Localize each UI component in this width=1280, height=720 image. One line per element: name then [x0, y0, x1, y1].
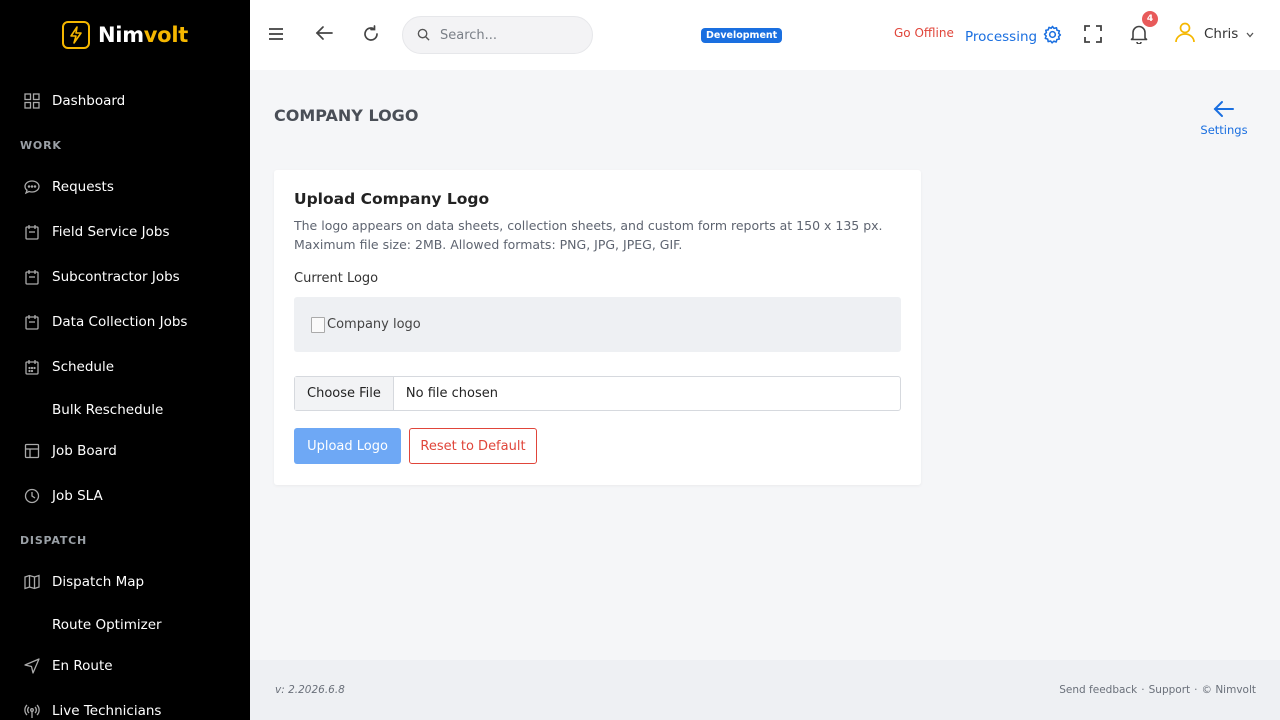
- hamburger-menu-icon[interactable]: [268, 26, 284, 42]
- current-logo-label: Current Logo: [294, 271, 379, 286]
- sidebar-item-live-technicians[interactable]: Live Technicians: [24, 701, 161, 720]
- user-menu[interactable]: Chris: [1174, 21, 1254, 47]
- sidebar-item-dispatch-map[interactable]: Dispatch Map: [24, 572, 144, 592]
- sidebar-item-label: Dashboard: [52, 93, 126, 109]
- fullscreen-icon[interactable]: [1084, 25, 1102, 43]
- topbar: Development Go Offline Processing 4 Chri…: [250, 0, 1280, 70]
- environment-badge: Development: [701, 28, 783, 43]
- bell-icon[interactable]: [1130, 24, 1148, 44]
- sidebar-item-en-route[interactable]: En Route: [24, 656, 113, 676]
- brand[interactable]: Nimvolt: [0, 0, 250, 70]
- sidebar-item-label: Data Collection Jobs: [52, 314, 188, 330]
- sidebar-item-requests[interactable]: Requests: [24, 177, 114, 197]
- choose-file-button[interactable]: Choose File: [295, 377, 394, 410]
- broken-image-icon: [311, 316, 325, 333]
- app-version: v: 2.2026.6.8: [275, 684, 345, 696]
- processing-label: Processing: [965, 28, 1038, 45]
- board-icon: [24, 443, 40, 459]
- sidebar-item-data-collection-jobs[interactable]: Data Collection Jobs: [24, 312, 187, 332]
- user-avatar-icon: [1174, 21, 1196, 47]
- back-arrow-icon: [1213, 100, 1235, 121]
- sidebar-item-job-sla[interactable]: Job SLA: [24, 486, 103, 506]
- sidebar-item-dashboard[interactable]: Dashboard: [24, 91, 125, 111]
- gear-icon: [1043, 25, 1062, 48]
- calendar-icon: [24, 224, 40, 240]
- go-offline-link[interactable]: Go Offline: [894, 26, 954, 40]
- search-input[interactable]: [440, 27, 570, 43]
- sidebar-item-schedule[interactable]: Schedule: [24, 357, 114, 377]
- file-input[interactable]: Choose File No file chosen: [294, 376, 901, 411]
- sidebar-item-label: Live Technicians: [52, 703, 162, 719]
- sidebar-item-label: En Route: [52, 658, 113, 674]
- navigation-arrow-icon: [24, 658, 40, 674]
- sidebar-item-route-optimizer[interactable]: Route Optimizer: [52, 615, 162, 635]
- sidebar-item-subcontractor-jobs[interactable]: Subcontractor Jobs: [24, 267, 180, 287]
- grid-icon: [24, 93, 40, 109]
- sidebar-item-label: Subcontractor Jobs: [52, 269, 180, 285]
- footer-separator: ·: [1141, 684, 1145, 696]
- send-feedback-link[interactable]: Send feedback: [1059, 684, 1137, 696]
- notification-count-badge: 4: [1142, 11, 1158, 27]
- sidebar: Nimvolt Dashboard WORK Requests Field Se…: [0, 0, 250, 720]
- upload-logo-card: Upload Company Logo The logo appears on …: [274, 170, 921, 485]
- copyright-text: © Nimvolt: [1201, 684, 1256, 696]
- back-arrow-icon[interactable]: [315, 25, 333, 41]
- reset-to-default-button[interactable]: Reset to Default: [409, 428, 537, 464]
- sidebar-item-label: Schedule: [52, 359, 115, 375]
- footer-links: Send feedback · Support · © Nimvolt: [1059, 684, 1256, 696]
- chat-bubble-icon: [24, 179, 40, 195]
- support-link[interactable]: Support: [1149, 684, 1191, 696]
- footer-separator: ·: [1194, 684, 1198, 696]
- sidebar-item-label: Field Service Jobs: [52, 224, 170, 240]
- search-box[interactable]: [402, 16, 593, 54]
- sidebar-item-label: Requests: [52, 179, 114, 195]
- sidebar-item-job-board[interactable]: Job Board: [24, 441, 117, 461]
- clock-icon: [24, 488, 40, 504]
- section-heading-dispatch: DISPATCH: [20, 534, 88, 547]
- chevron-down-icon: [1246, 26, 1254, 42]
- sidebar-item-label: Job SLA: [52, 488, 103, 504]
- lightning-bolt-icon: [62, 21, 91, 49]
- page-title: COMPANY LOGO: [274, 106, 419, 125]
- logo-alt-text: Company logo: [327, 317, 421, 332]
- brand-name: Nimvolt: [98, 23, 188, 47]
- calendar-grid-icon: [24, 359, 40, 375]
- search-icon: [417, 26, 430, 45]
- user-name: Chris: [1204, 26, 1239, 42]
- sidebar-item-label: Dispatch Map: [52, 574, 145, 590]
- calendar-icon: [24, 314, 40, 330]
- current-logo-preview: Company logo: [294, 297, 901, 352]
- sidebar-item-bulk-reschedule[interactable]: Bulk Reschedule: [52, 400, 163, 420]
- section-heading-work: WORK: [20, 139, 62, 152]
- card-title: Upload Company Logo: [294, 190, 490, 208]
- sidebar-item-field-service-jobs[interactable]: Field Service Jobs: [24, 222, 169, 242]
- map-icon: [24, 574, 40, 590]
- sidebar-item-label: Route Optimizer: [52, 617, 162, 633]
- broadcast-icon: [24, 703, 40, 719]
- upload-logo-button[interactable]: Upload Logo: [294, 428, 401, 464]
- processing-status[interactable]: Processing: [965, 25, 1062, 48]
- sidebar-item-label: Job Board: [52, 443, 117, 459]
- sidebar-item-label: Bulk Reschedule: [52, 402, 164, 418]
- footer: v: 2.2026.6.8 Send feedback · Support · …: [250, 660, 1280, 720]
- back-to-settings-link[interactable]: Settings: [1200, 100, 1248, 137]
- refresh-icon[interactable]: [362, 25, 380, 43]
- file-status: No file chosen: [405, 386, 498, 401]
- company-logo-image: Company logo: [311, 316, 421, 333]
- settings-link-label: Settings: [1200, 123, 1248, 137]
- card-description: The logo appears on data sheets, collect…: [294, 218, 883, 252]
- calendar-icon: [24, 269, 40, 285]
